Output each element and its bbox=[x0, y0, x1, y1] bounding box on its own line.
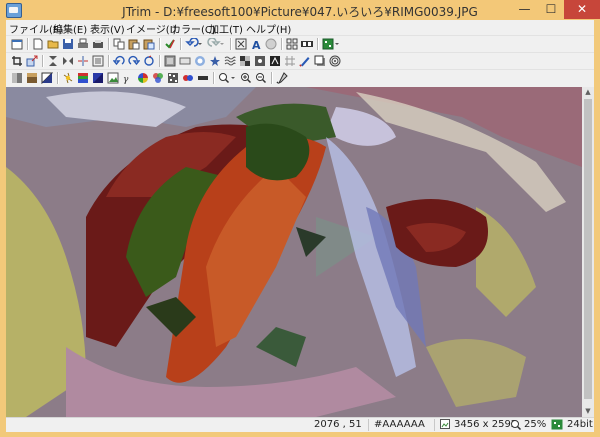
paste-icon[interactable] bbox=[127, 37, 141, 51]
posterize-icon[interactable] bbox=[196, 71, 210, 85]
edge-icon[interactable] bbox=[268, 54, 282, 68]
save-icon[interactable] bbox=[61, 37, 75, 51]
noise-icon[interactable] bbox=[166, 71, 180, 85]
zoom-out-icon[interactable] bbox=[254, 71, 268, 85]
emboss-icon[interactable] bbox=[163, 54, 177, 68]
maximize-button[interactable]: ☐ bbox=[538, 0, 564, 19]
border-icon[interactable] bbox=[178, 54, 192, 68]
zoom-level: 25% bbox=[524, 419, 547, 430]
color-depth-icon[interactable] bbox=[321, 37, 341, 51]
spot-icon[interactable] bbox=[253, 54, 267, 68]
text-icon[interactable]: A bbox=[249, 37, 263, 51]
svg-text:γ: γ bbox=[123, 75, 129, 84]
copy-icon[interactable] bbox=[112, 37, 126, 51]
svg-text:A: A bbox=[252, 39, 261, 50]
menu-edit[interactable]: 編集(E) bbox=[53, 21, 87, 36]
status-bar: 2076 , 51 #AAAAAA 3456 x 2592 25% 24bit bbox=[6, 417, 594, 432]
crop-icon[interactable] bbox=[10, 54, 24, 68]
sharpen-icon[interactable] bbox=[208, 54, 222, 68]
eyedropper-icon[interactable] bbox=[275, 71, 289, 85]
image-dimensions: 3456 x 2592 bbox=[454, 419, 518, 430]
fit-window-icon[interactable] bbox=[234, 37, 248, 51]
shadow-icon[interactable] bbox=[313, 54, 327, 68]
image-canvas[interactable] bbox=[6, 87, 582, 417]
brightness-icon[interactable] bbox=[61, 71, 75, 85]
scroll-down-arrow-icon[interactable]: ▼ bbox=[582, 406, 594, 417]
hue-icon[interactable] bbox=[91, 71, 105, 85]
rotate-left-icon[interactable] bbox=[112, 54, 126, 68]
blur-icon[interactable] bbox=[193, 54, 207, 68]
pixel-color: #AAAAAA bbox=[374, 419, 425, 430]
new-window-icon[interactable] bbox=[10, 37, 24, 51]
sepia-icon[interactable] bbox=[25, 71, 39, 85]
stamp-icon[interactable] bbox=[264, 37, 278, 51]
tile-icon[interactable] bbox=[283, 54, 297, 68]
scroll-up-arrow-icon[interactable]: ▲ bbox=[582, 87, 594, 98]
rotate-right-icon[interactable] bbox=[127, 54, 141, 68]
zoom-in-icon[interactable] bbox=[239, 71, 253, 85]
flip-vertical-icon[interactable] bbox=[46, 54, 60, 68]
redo-icon[interactable] bbox=[206, 37, 226, 51]
grid-view-icon[interactable] bbox=[285, 37, 299, 51]
rgb-balance-icon[interactable] bbox=[151, 71, 165, 85]
grayscale-icon[interactable] bbox=[10, 71, 24, 85]
bit-depth: 24bit bbox=[567, 419, 593, 430]
open-folder-icon[interactable] bbox=[46, 37, 60, 51]
client-area: ファイル(F) 編集(E) 表示(V) イメージ(I) カラー(C) 加工(T)… bbox=[6, 20, 594, 432]
print-icon[interactable] bbox=[76, 37, 90, 51]
scroll-thumb[interactable] bbox=[584, 99, 592, 399]
magnifier-icon bbox=[510, 419, 522, 433]
cursor-coordinates: 2076 , 51 bbox=[314, 419, 362, 430]
close-button[interactable]: ✕ bbox=[564, 0, 600, 19]
contrast-icon[interactable]: γ bbox=[121, 71, 135, 85]
title-bar[interactable]: JTrim - D:¥freesoft100¥Picture¥047.いろいろ¥… bbox=[0, 0, 600, 20]
toolbar-main: A bbox=[6, 35, 594, 53]
edited-photo bbox=[6, 87, 582, 417]
paste-new-icon[interactable] bbox=[142, 37, 156, 51]
mosaic-icon[interactable] bbox=[238, 54, 252, 68]
zoom-icon[interactable] bbox=[217, 71, 237, 85]
color-replace-icon[interactable] bbox=[181, 71, 195, 85]
spiral-icon[interactable] bbox=[328, 54, 342, 68]
image-adjust-icon[interactable] bbox=[106, 71, 120, 85]
app-window: JTrim - D:¥freesoft100¥Picture¥047.いろいろ¥… bbox=[0, 0, 600, 437]
color-wheel-icon[interactable] bbox=[136, 71, 150, 85]
color-depth-status-icon bbox=[551, 419, 563, 433]
menu-help[interactable]: ヘルプ(H) bbox=[246, 21, 291, 36]
apply-icon[interactable] bbox=[163, 37, 177, 51]
menu-process[interactable]: 加工(T) bbox=[209, 21, 243, 36]
image-size-icon bbox=[440, 419, 450, 432]
negative-icon[interactable] bbox=[40, 71, 54, 85]
menu-view[interactable]: 表示(V) bbox=[90, 21, 125, 36]
rotate-free-icon[interactable] bbox=[142, 54, 156, 68]
gamma-icon[interactable] bbox=[76, 71, 90, 85]
menu-image[interactable]: イメージ(I) bbox=[126, 21, 177, 36]
mirror-icon[interactable] bbox=[76, 54, 90, 68]
vertical-scrollbar[interactable]: ▲ ▼ bbox=[582, 87, 594, 417]
window-title: JTrim - D:¥freesoft100¥Picture¥047.いろいろ¥… bbox=[122, 5, 478, 19]
film-strip-icon[interactable] bbox=[300, 37, 314, 51]
toolbar-color: γ bbox=[6, 69, 594, 87]
menu-bar: ファイル(F) 編集(E) 表示(V) イメージ(I) カラー(C) 加工(T)… bbox=[6, 20, 594, 36]
minimize-button[interactable]: — bbox=[511, 0, 538, 19]
toolbar-transform bbox=[6, 52, 594, 70]
wave-icon[interactable] bbox=[223, 54, 237, 68]
flip-horizontal-icon[interactable] bbox=[61, 54, 75, 68]
pen-icon[interactable] bbox=[298, 54, 312, 68]
print-preview-icon[interactable] bbox=[91, 37, 105, 51]
resize-icon[interactable] bbox=[25, 54, 39, 68]
new-file-icon[interactable] bbox=[31, 37, 45, 51]
undo-icon[interactable] bbox=[184, 37, 204, 51]
margin-icon[interactable] bbox=[91, 54, 105, 68]
